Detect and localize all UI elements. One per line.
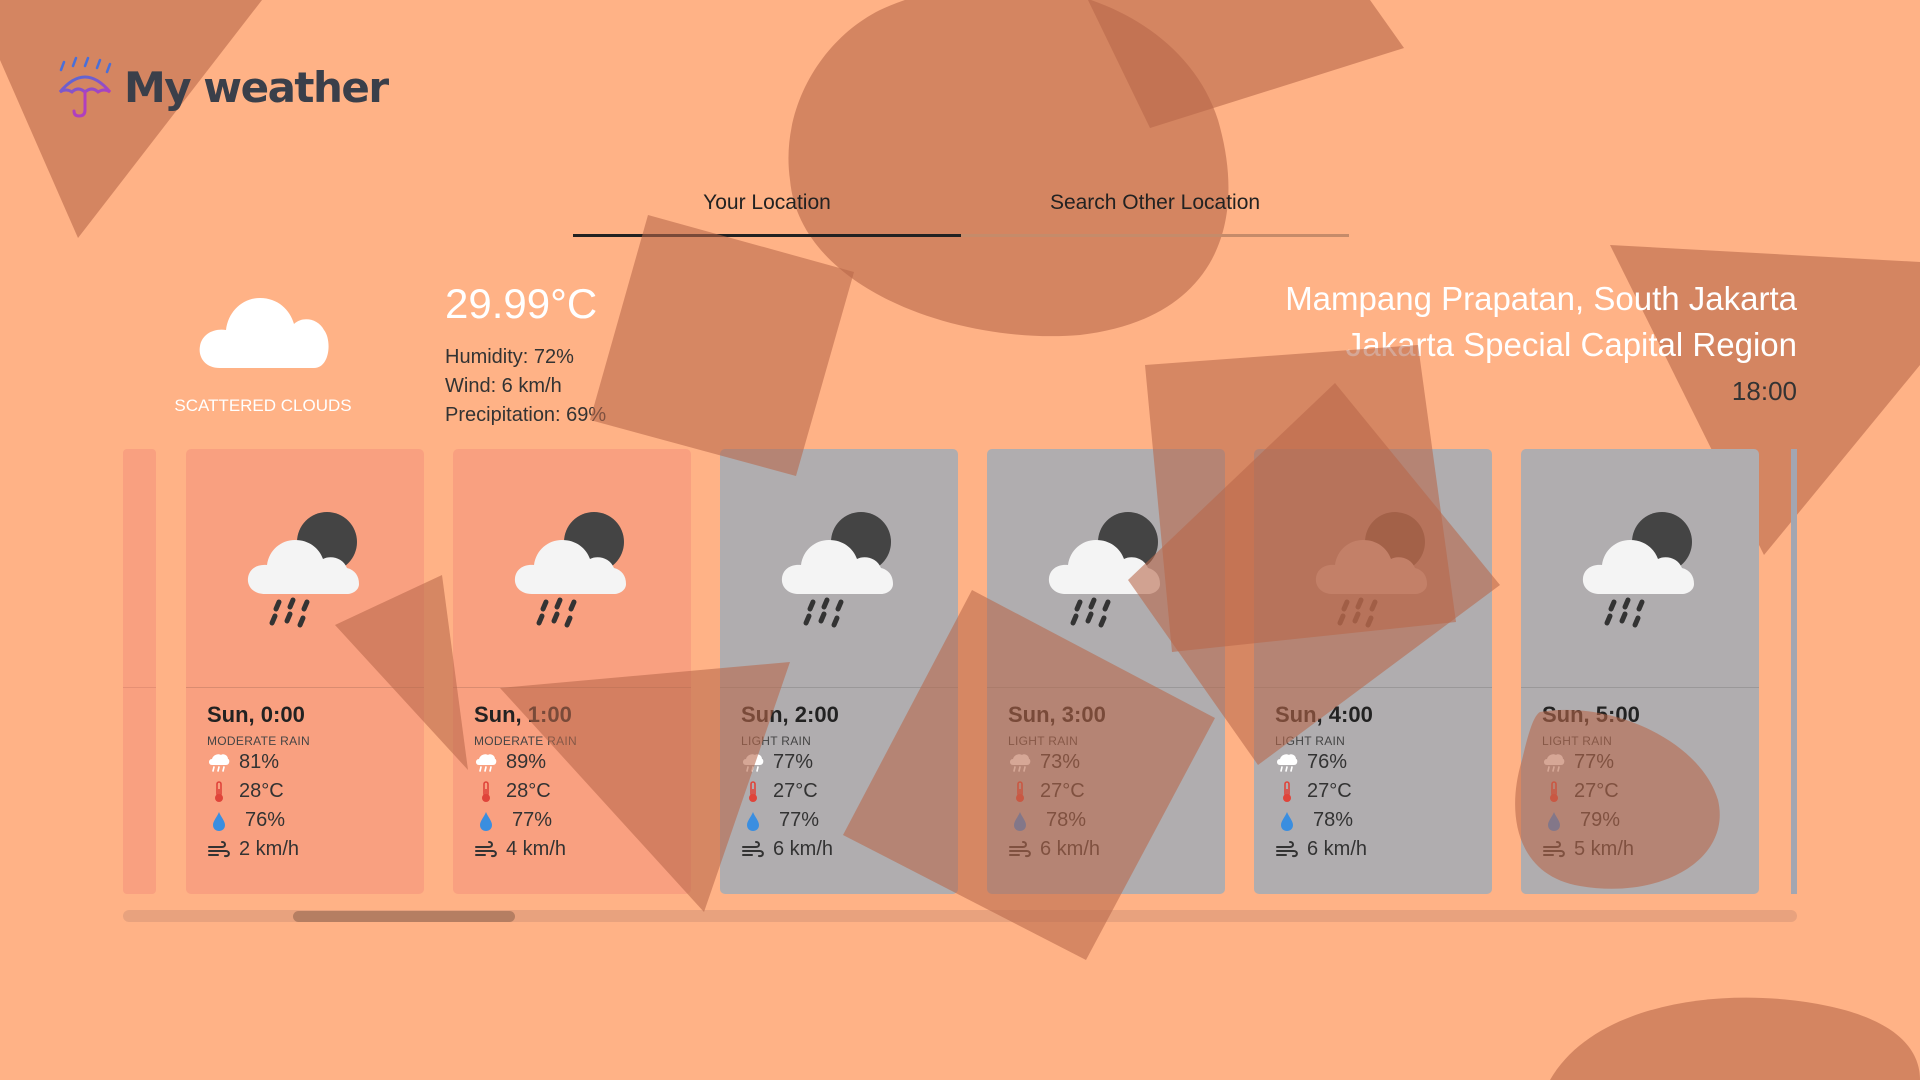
tab-your-location[interactable]: Your Location bbox=[573, 188, 961, 237]
rain-cloud-moon-icon bbox=[235, 498, 375, 638]
forecast-wind: 6 km/h bbox=[773, 838, 834, 860]
forecast-temperature: 27°C bbox=[1574, 780, 1619, 802]
forecast-humidity: 76% bbox=[245, 809, 286, 831]
wind-icon bbox=[207, 839, 231, 861]
rain-cloud-moon-icon bbox=[1036, 498, 1176, 638]
thermometer-icon bbox=[207, 780, 231, 803]
forecast-humidity: 77% bbox=[779, 809, 820, 831]
forecast-description: LIGHT RAIN bbox=[1275, 734, 1346, 748]
forecast-rain-chance: 77% bbox=[1574, 751, 1615, 773]
forecast-description: LIGHT RAIN bbox=[741, 734, 812, 748]
forecast-humidity: 78% bbox=[1313, 809, 1354, 831]
rain-cloud-icon bbox=[1275, 752, 1299, 774]
forecast-rain-chance: 77% bbox=[773, 751, 814, 773]
wind-icon bbox=[474, 839, 498, 861]
wind-icon bbox=[1542, 839, 1566, 861]
rain-cloud-icon bbox=[207, 752, 231, 774]
tab-search-other-location[interactable]: Search Other Location bbox=[961, 188, 1349, 234]
water-drop-icon bbox=[474, 810, 498, 832]
forecast-rain-chance: 81% bbox=[239, 751, 280, 773]
water-drop-icon bbox=[207, 810, 231, 832]
forecast-humidity: 78% bbox=[1046, 809, 1087, 831]
forecast-temperature: 28°C bbox=[506, 780, 551, 802]
forecast-temperature: 27°C bbox=[1307, 780, 1352, 802]
forecast-description: MODERATE RAIN bbox=[474, 734, 578, 748]
current-wind: Wind: 6 km/h bbox=[445, 375, 562, 397]
forecast-rain-chance: 89% bbox=[506, 751, 547, 773]
location-tabs: Your Location Search Other Location bbox=[573, 188, 1349, 237]
forecast-rain-chance: 76% bbox=[1307, 751, 1348, 773]
forecast-temperature: 27°C bbox=[773, 780, 818, 802]
current-temperature: 29.99°C bbox=[445, 280, 598, 327]
forecast-description: MODERATE RAIN bbox=[207, 734, 311, 748]
location-time: 18:00 bbox=[1731, 376, 1797, 406]
current-precipitation: Precipitation: 69% bbox=[445, 404, 607, 426]
current-details: Humidity: 72% Wind: 6 km/h Precipitation… bbox=[445, 343, 606, 430]
location-info: Mampang Prapatan, South Jakarta Jakarta … bbox=[1285, 276, 1797, 408]
hourly-forecast-carousel[interactable]: Sun, 0:00 MODERATE RAIN 81% 28°C 76% 2 k… bbox=[123, 449, 1797, 894]
forecast-time: Sun, 3:00 bbox=[1008, 702, 1106, 727]
water-drop-icon bbox=[741, 810, 765, 832]
rain-cloud-moon-icon bbox=[769, 498, 909, 638]
forecast-wind: 6 km/h bbox=[1040, 838, 1101, 860]
location-district: Mampang Prapatan, South Jakarta bbox=[1285, 280, 1797, 317]
forecast-wind: 6 km/h bbox=[1307, 838, 1368, 860]
forecast-card[interactable]: Sun, 3:00 LIGHT RAIN 73% 27°C 78% 6 km/h bbox=[987, 449, 1225, 894]
forecast-card[interactable]: Sun, 1:00 MODERATE RAIN 89% 28°C 77% 4 k… bbox=[453, 449, 691, 894]
forecast-card[interactable]: Sun, 4:00 LIGHT RAIN 76% 27°C 78% 6 km/h bbox=[1254, 449, 1492, 894]
rain-cloud-icon bbox=[1008, 752, 1032, 774]
forecast-card[interactable]: Sun, 0:00 MODERATE RAIN 81% 28°C 76% 2 k… bbox=[186, 449, 424, 894]
forecast-temperature: 28°C bbox=[239, 780, 284, 802]
wind-icon bbox=[1275, 839, 1299, 861]
thermometer-icon bbox=[741, 780, 765, 803]
thermometer-icon bbox=[1275, 780, 1299, 803]
app-title: My weather bbox=[124, 62, 389, 112]
thermometer-icon bbox=[1008, 780, 1032, 803]
forecast-time: Sun, 0:00 bbox=[207, 702, 305, 727]
forecast-card[interactable]: Sun, 2:00 LIGHT RAIN 77% 27°C 77% 6 km/h bbox=[720, 449, 958, 894]
forecast-wind: 2 km/h bbox=[239, 838, 300, 860]
forecast-rain-chance: 73% bbox=[1040, 751, 1081, 773]
scrollbar-thumb[interactable] bbox=[293, 911, 515, 922]
forecast-time: Sun, 2:00 bbox=[741, 702, 839, 727]
water-drop-icon bbox=[1275, 810, 1299, 832]
umbrella-icon bbox=[58, 56, 112, 118]
water-drop-icon bbox=[1008, 810, 1032, 832]
current-weather-description: SCATTERED CLOUDS bbox=[174, 396, 352, 415]
carousel-scrollbar[interactable] bbox=[123, 910, 1797, 922]
forecast-time: Sun, 5:00 bbox=[1542, 702, 1640, 727]
thermometer-icon bbox=[474, 780, 498, 803]
forecast-time: Sun, 4:00 bbox=[1275, 702, 1373, 727]
forecast-wind: 5 km/h bbox=[1574, 838, 1635, 860]
forecast-humidity: 79% bbox=[1580, 809, 1621, 831]
forecast-card-partial[interactable] bbox=[123, 449, 156, 894]
forecast-time: Sun, 1:00 bbox=[474, 702, 572, 727]
forecast-description: LIGHT RAIN bbox=[1542, 734, 1613, 748]
location-region: Jakarta Special Capital Region bbox=[1345, 326, 1797, 363]
rain-cloud-icon bbox=[741, 752, 765, 774]
rain-cloud-moon-icon bbox=[1570, 498, 1710, 638]
rain-cloud-moon-icon bbox=[502, 498, 642, 638]
forecast-humidity: 77% bbox=[512, 809, 553, 831]
forecast-wind: 4 km/h bbox=[506, 838, 567, 860]
cloud-icon bbox=[199, 298, 329, 368]
current-humidity: Humidity: 72% bbox=[445, 346, 574, 368]
rain-cloud-icon bbox=[474, 752, 498, 774]
water-drop-icon bbox=[1542, 810, 1566, 832]
forecast-temperature: 27°C bbox=[1040, 780, 1085, 802]
forecast-description: LIGHT RAIN bbox=[1008, 734, 1079, 748]
forecast-card-partial[interactable] bbox=[1791, 449, 1797, 894]
thermometer-icon bbox=[1542, 780, 1566, 803]
rain-cloud-icon bbox=[1542, 752, 1566, 774]
rain-cloud-moon-icon bbox=[1303, 498, 1443, 638]
wind-icon bbox=[741, 839, 765, 861]
forecast-card[interactable]: Sun, 5:00 LIGHT RAIN 77% 27°C 79% 5 km/h bbox=[1521, 449, 1759, 894]
wind-icon bbox=[1008, 839, 1032, 861]
app-header: My weather bbox=[56, 56, 389, 118]
